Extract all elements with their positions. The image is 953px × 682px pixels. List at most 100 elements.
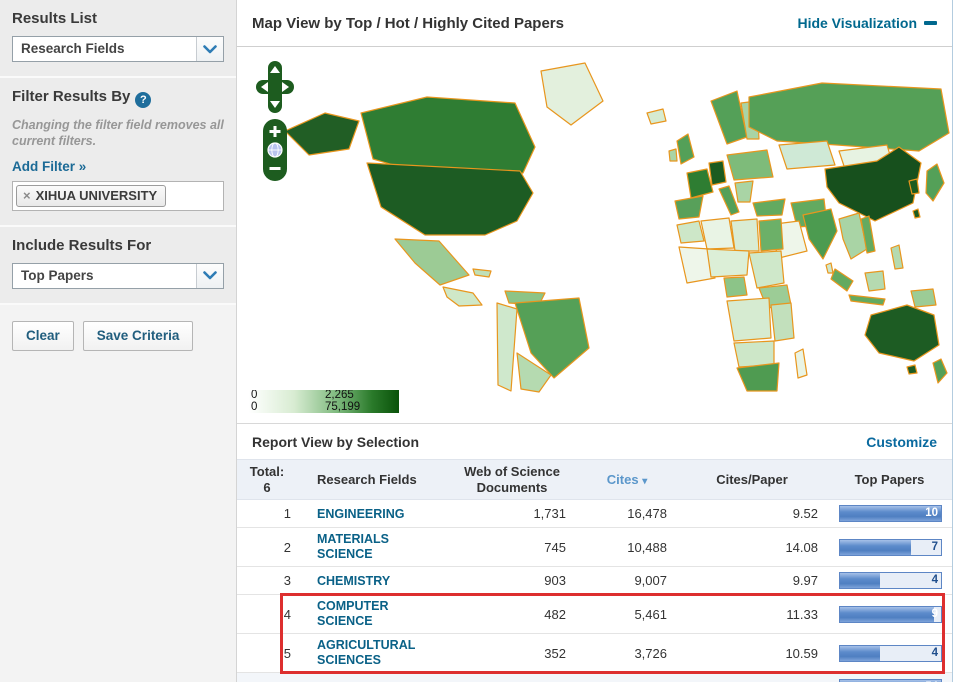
country-drc[interactable] [726,297,772,342]
field-link[interactable]: AGRICULTURAL SCIENCES [317,638,447,668]
filter-tag[interactable]: × XIHUA UNIVERSITY [16,184,167,207]
save-criteria-button[interactable]: Save Criteria [82,320,194,351]
cites-per-paper-value: 9.97 [792,573,818,589]
map-legend: 0 2,265 0 75,199 [249,390,399,413]
country-japan[interactable] [925,163,945,202]
filter-section: Filter Results By? Changing the filter f… [0,78,236,225]
column-cites-sort[interactable]: Cites ▾ [577,468,677,492]
chevron-down-icon [196,263,223,288]
pan-control[interactable] [256,61,294,113]
highlighted-rows-group: 4 COMPUTER SCIENCE 482 5,461 11.33 9 5 A… [237,593,952,675]
customize-link[interactable]: Customize [866,434,937,450]
zoom-control[interactable] [263,119,287,181]
results-list-dropdown[interactable]: Research Fields [12,36,224,62]
country-sudan[interactable] [748,250,785,289]
country-central-america[interactable] [442,286,483,307]
hide-visualization-link[interactable]: Hide Visualization [797,15,937,31]
country-morocco[interactable] [676,220,705,244]
table-header-row: Total: 6 Research Fields Web of Science … [237,459,952,501]
field-link[interactable]: ENGINEERING [317,507,405,522]
column-top-papers: Top Papers [854,471,925,487]
wos-documents-value: 5,934 [447,676,577,682]
country-south-africa[interactable] [736,362,780,392]
zoom-out-button[interactable] [269,167,281,170]
field-link[interactable]: COMPUTER SCIENCE [317,599,447,629]
country-east-africa[interactable] [770,302,795,342]
country-madagascar[interactable] [794,348,808,379]
row-rank: 0 [237,676,297,682]
field-link[interactable]: MATERIALS SCIENCE [317,532,447,562]
legend-gradient-top-papers: 0 2,265 [249,390,399,402]
total-count: Total: 6 [249,464,285,495]
filter-note: Changing the filter field removes all cu… [12,118,224,149]
table-row: 2 MATERIALS SCIENCE 745 10,488 14.08 7 [237,528,952,568]
row-rank: 4 [283,606,291,622]
field-link[interactable]: CHEMISTRY [317,574,390,589]
country-eastern-europe[interactable] [726,149,774,181]
country-borneo[interactable] [864,270,886,292]
results-list-title: Results List [12,10,98,27]
help-icon[interactable]: ? [135,92,152,108]
sidebar: Results List Research Fields Filter Resu… [0,0,236,682]
country-usa[interactable] [366,162,534,236]
report-section: Report View by Selection Customize Total… [237,423,952,682]
globe-button[interactable] [267,142,283,158]
country-norway-sweden[interactable] [710,90,748,145]
results-list-dropdown-value: Research Fields [21,41,125,56]
country-alaska[interactable] [284,112,360,156]
country-sri-lanka[interactable] [825,262,834,274]
results-list-section: Results List Research Fields [0,0,236,76]
country-turkey[interactable] [752,198,786,217]
column-wos-documents: Web of Science Documents [464,464,560,495]
include-results-dropdown-value: Top Papers [21,267,94,283]
country-malaysia[interactable] [830,268,854,292]
country-germany[interactable] [708,160,727,186]
country-tasmania[interactable] [906,364,918,375]
country-mali-niger[interactable] [706,248,750,278]
country-papua[interactable] [910,288,937,308]
world-map[interactable] [277,51,953,395]
country-libya[interactable] [730,218,760,252]
country-uk[interactable] [676,133,695,165]
table-row: 3 CHEMISTRY 903 9,007 9.97 4 [237,567,952,596]
country-nigeria[interactable] [723,276,748,298]
visualization-header: Map View by Top / Hot / Highly Cited Pap… [237,0,952,47]
country-egypt[interactable] [758,218,784,252]
country-greenland[interactable] [540,62,604,126]
legend-max-value: 2,265 [325,390,354,401]
add-filter-link[interactable]: Add Filter » [12,159,86,174]
filter-tag-label: XIHUA UNIVERSITY [35,187,158,203]
country-russia[interactable] [748,82,950,152]
cites-per-paper-value: 14.08 [785,539,818,555]
clear-button[interactable]: Clear [12,320,74,351]
cites-value: 3,726 [634,645,667,661]
row-rank: 5 [283,645,291,661]
wos-documents-value: 903 [544,573,566,589]
top-papers-bar: 7 [839,538,942,556]
include-results-dropdown[interactable]: Top Papers [12,262,224,289]
country-cuba[interactable] [472,268,492,278]
country-spain[interactable] [674,195,704,220]
country-balkans[interactable] [734,180,754,203]
legend-max-value: 75,199 [325,401,361,413]
country-france[interactable] [686,168,714,199]
country-angola-zambia[interactable] [733,340,775,368]
remove-filter-icon[interactable]: × [23,188,31,203]
country-new-zealand[interactable] [932,358,948,384]
country-iceland[interactable] [646,108,667,125]
country-algeria[interactable] [700,217,735,250]
country-philippines[interactable] [890,244,904,270]
filter-tag-container: × XIHUA UNIVERSITY [12,180,224,211]
row-rank: 2 [283,539,291,555]
wos-documents-value: 745 [544,539,566,555]
country-taiwan[interactable] [912,208,921,219]
country-ireland[interactable] [668,148,678,162]
country-mexico[interactable] [394,238,470,286]
country-india[interactable] [802,208,838,260]
top-papers-value: 9 [931,607,938,620]
country-peru-chile[interactable] [496,302,518,392]
country-kazakhstan[interactable] [778,140,836,170]
main-content: Map View by Top / Hot / Highly Cited Pap… [236,0,953,682]
country-java[interactable] [848,294,886,306]
country-australia[interactable] [864,304,940,362]
